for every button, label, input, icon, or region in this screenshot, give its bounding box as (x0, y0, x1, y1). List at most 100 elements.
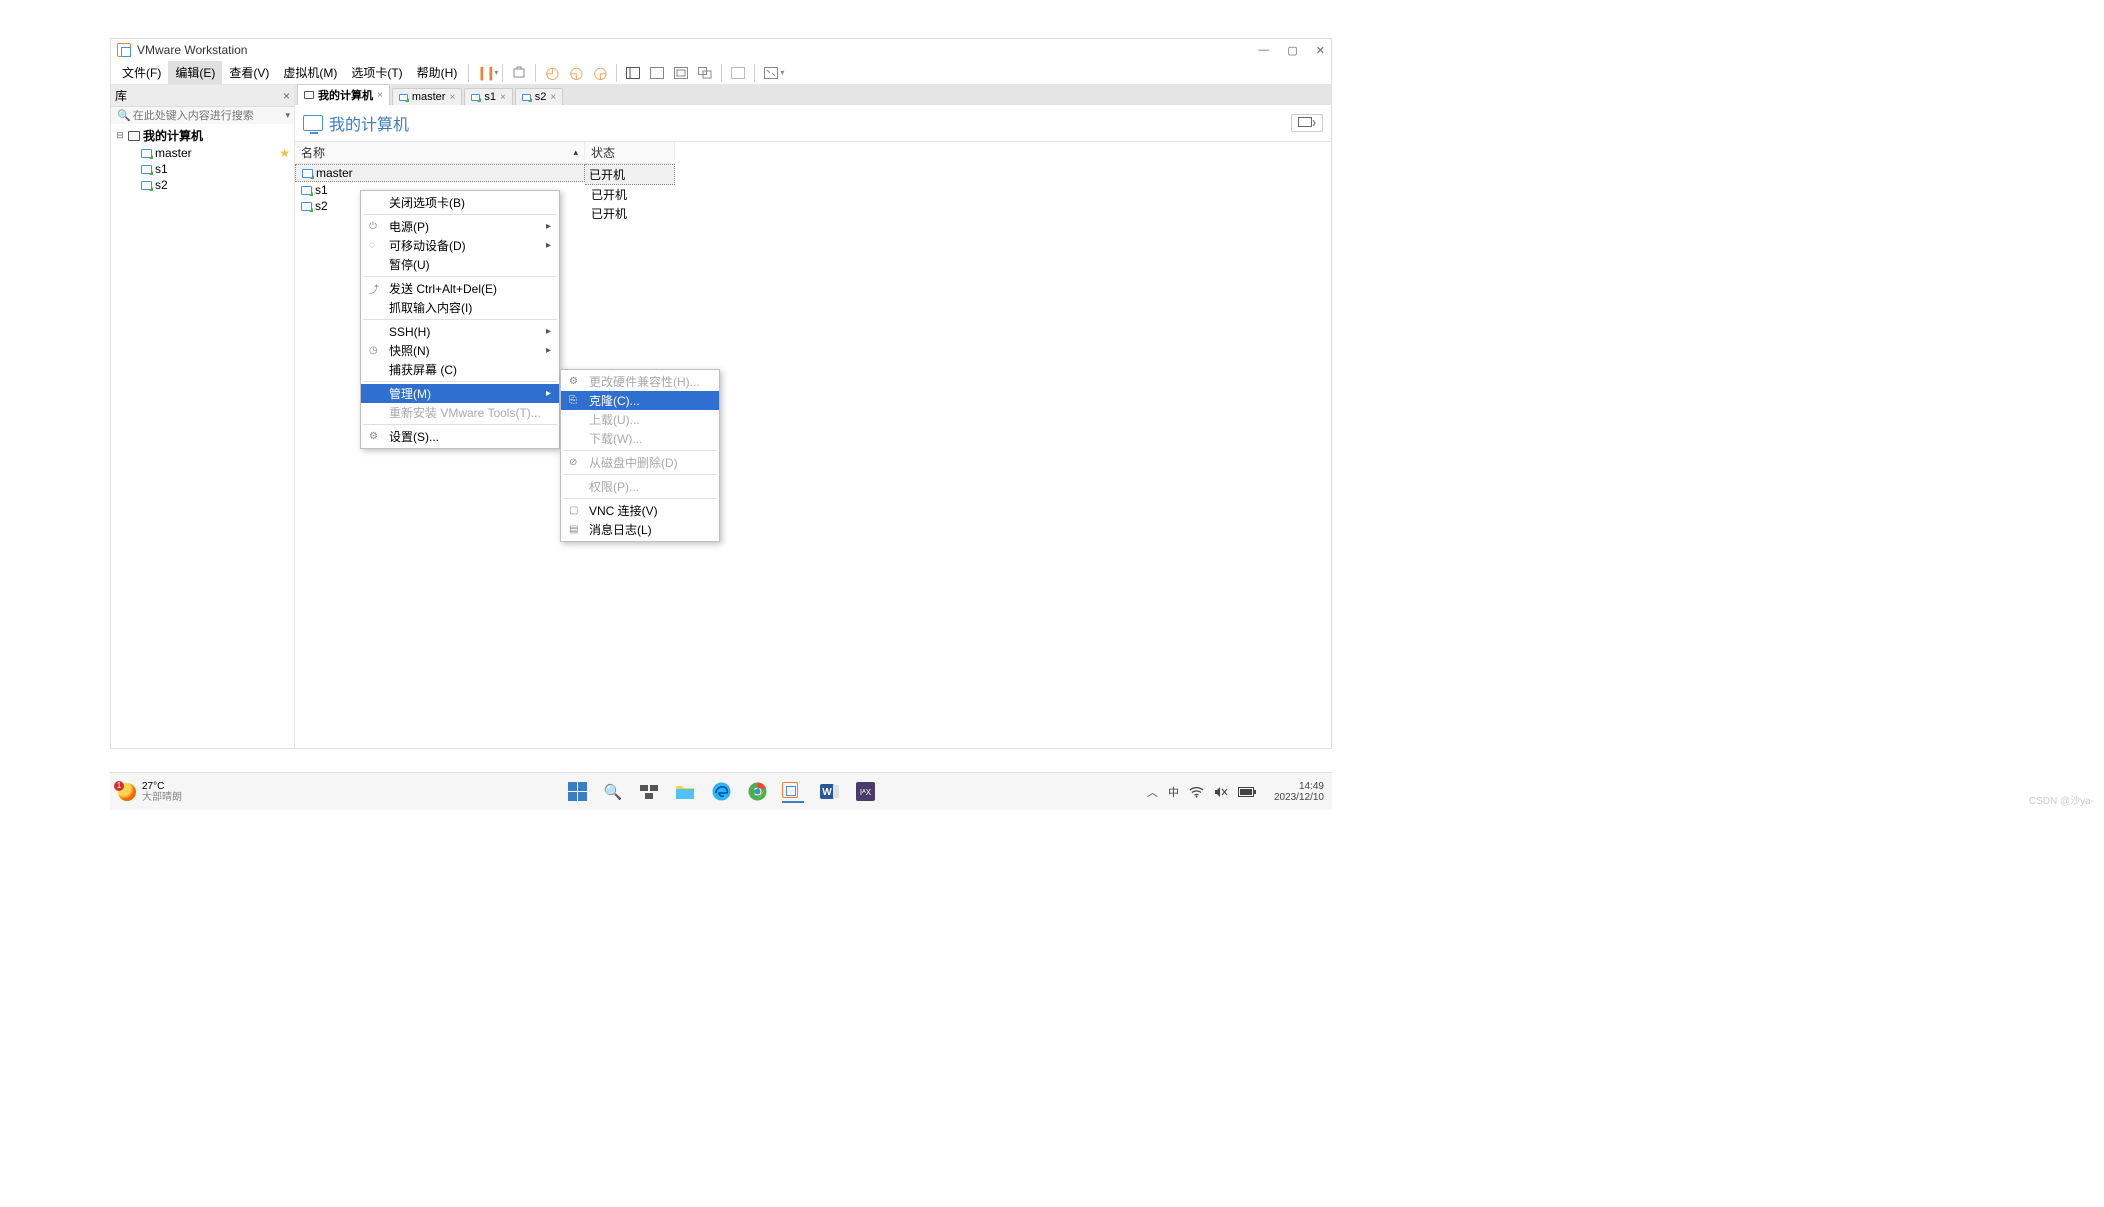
tab-close-icon[interactable]: × (500, 92, 506, 103)
menu-help[interactable]: 帮助(H) (410, 61, 465, 84)
sidebar: 库 × 🔍 ▾ ⊟ 我的计算机 master ★ (111, 85, 295, 748)
ime-indicator[interactable]: 中 (1168, 784, 1179, 800)
sidebar-title: 库 (115, 87, 127, 104)
tab-close-icon[interactable]: × (449, 92, 455, 103)
submenu-arrow-icon: ▸ (516, 345, 551, 356)
cell-name: s2 (315, 199, 328, 213)
tab-label: s2 (535, 91, 547, 103)
collapse-icon[interactable]: ⊟ (115, 130, 125, 141)
minimize-button[interactable]: — (1258, 44, 1269, 57)
ctx-capture[interactable]: 捕获屏幕 (C) (361, 360, 559, 379)
unity-icon[interactable] (696, 64, 714, 82)
tab-label: s1 (484, 91, 496, 103)
ctx-removable[interactable]: ◌可移动设备(D)▸ (361, 236, 559, 255)
cell-name: master (316, 166, 353, 180)
tree-item-master[interactable]: master ★ (111, 145, 294, 161)
menu-view[interactable]: 查看(V) (222, 61, 276, 84)
volume-icon[interactable] (1214, 786, 1228, 798)
app-icon (117, 43, 131, 57)
pause-icon[interactable]: ❙❙ (476, 64, 494, 82)
menu-tabs[interactable]: 选项卡(T) (344, 61, 409, 84)
toolbar-icon-misc[interactable] (729, 64, 747, 82)
ctx-grab-input[interactable]: 抓取输入内容(I) (361, 298, 559, 317)
view-single-icon[interactable] (648, 64, 666, 82)
ctx-settings[interactable]: ⚙设置(S)... (361, 427, 559, 446)
wifi-icon[interactable] (1189, 786, 1204, 798)
pause-dropdown[interactable]: ▾ (494, 68, 498, 77)
clone-icon: ⎘ (569, 395, 577, 406)
sidebar-search[interactable]: 🔍 ▾ (111, 107, 294, 124)
ctx-manage[interactable]: 管理(M)▸ (361, 384, 559, 403)
task-view-icon[interactable] (638, 781, 660, 803)
menu-vm[interactable]: 虚拟机(M) (276, 61, 344, 84)
ctx-msglog[interactable]: ▤消息日志(L) (561, 520, 719, 539)
stretch-dropdown[interactable]: ▾ (780, 68, 784, 77)
hw-icon: ⚙ (569, 376, 578, 387)
svg-text:IᴬX: IᴬX (859, 788, 871, 797)
tab-close-icon[interactable]: × (377, 90, 383, 101)
sidebar-header: 库 × (111, 85, 294, 107)
explorer-icon[interactable] (674, 781, 696, 803)
chrome-icon[interactable] (746, 781, 768, 803)
snapshot-icon[interactable]: ◴ (543, 64, 561, 82)
tab-s2[interactable]: s2 × (515, 88, 563, 105)
toolbar-icon-generic[interactable] (510, 64, 528, 82)
tray-chevron-icon[interactable]: ︿ (1147, 784, 1158, 800)
taskbar-vmware-icon[interactable] (782, 781, 804, 803)
menu-file[interactable]: 文件(F) (115, 61, 168, 84)
cell-status: 已开机 (585, 204, 675, 223)
tab-s1[interactable]: s1 × (464, 88, 512, 105)
ctx-send-cad[interactable]: ⤴发送 Ctrl+Alt+Del(E) (361, 279, 559, 298)
tree-item-s2[interactable]: s2 (111, 177, 294, 193)
taskbar-app-icon[interactable]: IᴬX (854, 781, 876, 803)
view-fullscreen-icon[interactable] (672, 64, 690, 82)
tab-label: 我的计算机 (318, 87, 373, 103)
start-button[interactable] (566, 781, 588, 803)
weather-icon: 1 (118, 783, 136, 801)
search-dropdown-icon[interactable]: ▾ (285, 110, 290, 121)
col-header-name[interactable]: 名称 ▴ (295, 142, 585, 164)
ctx-pause[interactable]: 暂停(U) (361, 255, 559, 274)
submenu-arrow-icon: ▸ (516, 388, 551, 399)
star-icon[interactable]: ★ (279, 146, 290, 160)
vm-icon (141, 165, 152, 174)
tree-root-label: 我的计算机 (143, 127, 203, 144)
search-input[interactable] (133, 110, 286, 122)
ctx-power[interactable]: ⏻电源(P)▸ (361, 217, 559, 236)
tree-item-s1[interactable]: s1 (111, 161, 294, 177)
menu-bar: 文件(F) 编辑(E) 查看(V) 虚拟机(M) 选项卡(T) 帮助(H) ❙❙… (111, 61, 1331, 85)
weather-text: 27°C 大部晴朗 (142, 781, 182, 803)
col-header-status[interactable]: 状态 (585, 142, 675, 164)
ctx-ssh[interactable]: SSH(H)▸ (361, 322, 559, 341)
table-row[interactable]: master (295, 164, 585, 182)
tab-close-icon[interactable]: × (550, 92, 556, 103)
word-icon[interactable]: W (818, 781, 840, 803)
taskbar: 1 27°C 大部晴朗 🔍 W IᴬX ︿ 中 (110, 772, 1332, 810)
search-icon: 🔍 (117, 109, 131, 122)
view-sidebar-icon[interactable] (624, 64, 642, 82)
maximize-button[interactable]: ▢ (1287, 44, 1297, 57)
tab-master[interactable]: master × (392, 88, 462, 105)
vnc-icon: ▢ (569, 505, 578, 516)
revert-icon[interactable]: ◵ (567, 64, 585, 82)
menu-edit[interactable]: 编辑(E) (168, 61, 222, 84)
ctx-clone[interactable]: ⎘克隆(C)... (561, 391, 719, 410)
sidebar-close-icon[interactable]: × (283, 89, 290, 103)
weather-widget[interactable]: 1 27°C 大部晴朗 (118, 781, 182, 803)
context-submenu: ⚙更改硬件兼容性(H)... ⎘克隆(C)... 上载(U)... 下载(W).… (560, 369, 720, 542)
view-mode-button[interactable] (1291, 114, 1323, 132)
ctx-vnc[interactable]: ▢VNC 连接(V) (561, 501, 719, 520)
edge-icon[interactable] (710, 781, 732, 803)
clock[interactable]: 14:49 2023/12/10 (1274, 781, 1324, 803)
ctx-close-tab[interactable]: 关闭选项卡(B) (361, 193, 559, 212)
taskbar-search-icon[interactable]: 🔍 (602, 781, 624, 803)
stretch-icon[interactable] (762, 64, 780, 82)
snapshot-manager-icon[interactable]: ◶ (591, 64, 609, 82)
close-button[interactable]: ✕ (1316, 44, 1325, 57)
tab-home[interactable]: 我的计算机 × (297, 84, 390, 105)
cell-name: s1 (315, 183, 328, 197)
sort-icon: ▴ (573, 147, 578, 158)
ctx-snapshot[interactable]: ◷快照(N)▸ (361, 341, 559, 360)
battery-icon[interactable] (1238, 787, 1256, 797)
tree-root[interactable]: ⊟ 我的计算机 (111, 126, 294, 145)
